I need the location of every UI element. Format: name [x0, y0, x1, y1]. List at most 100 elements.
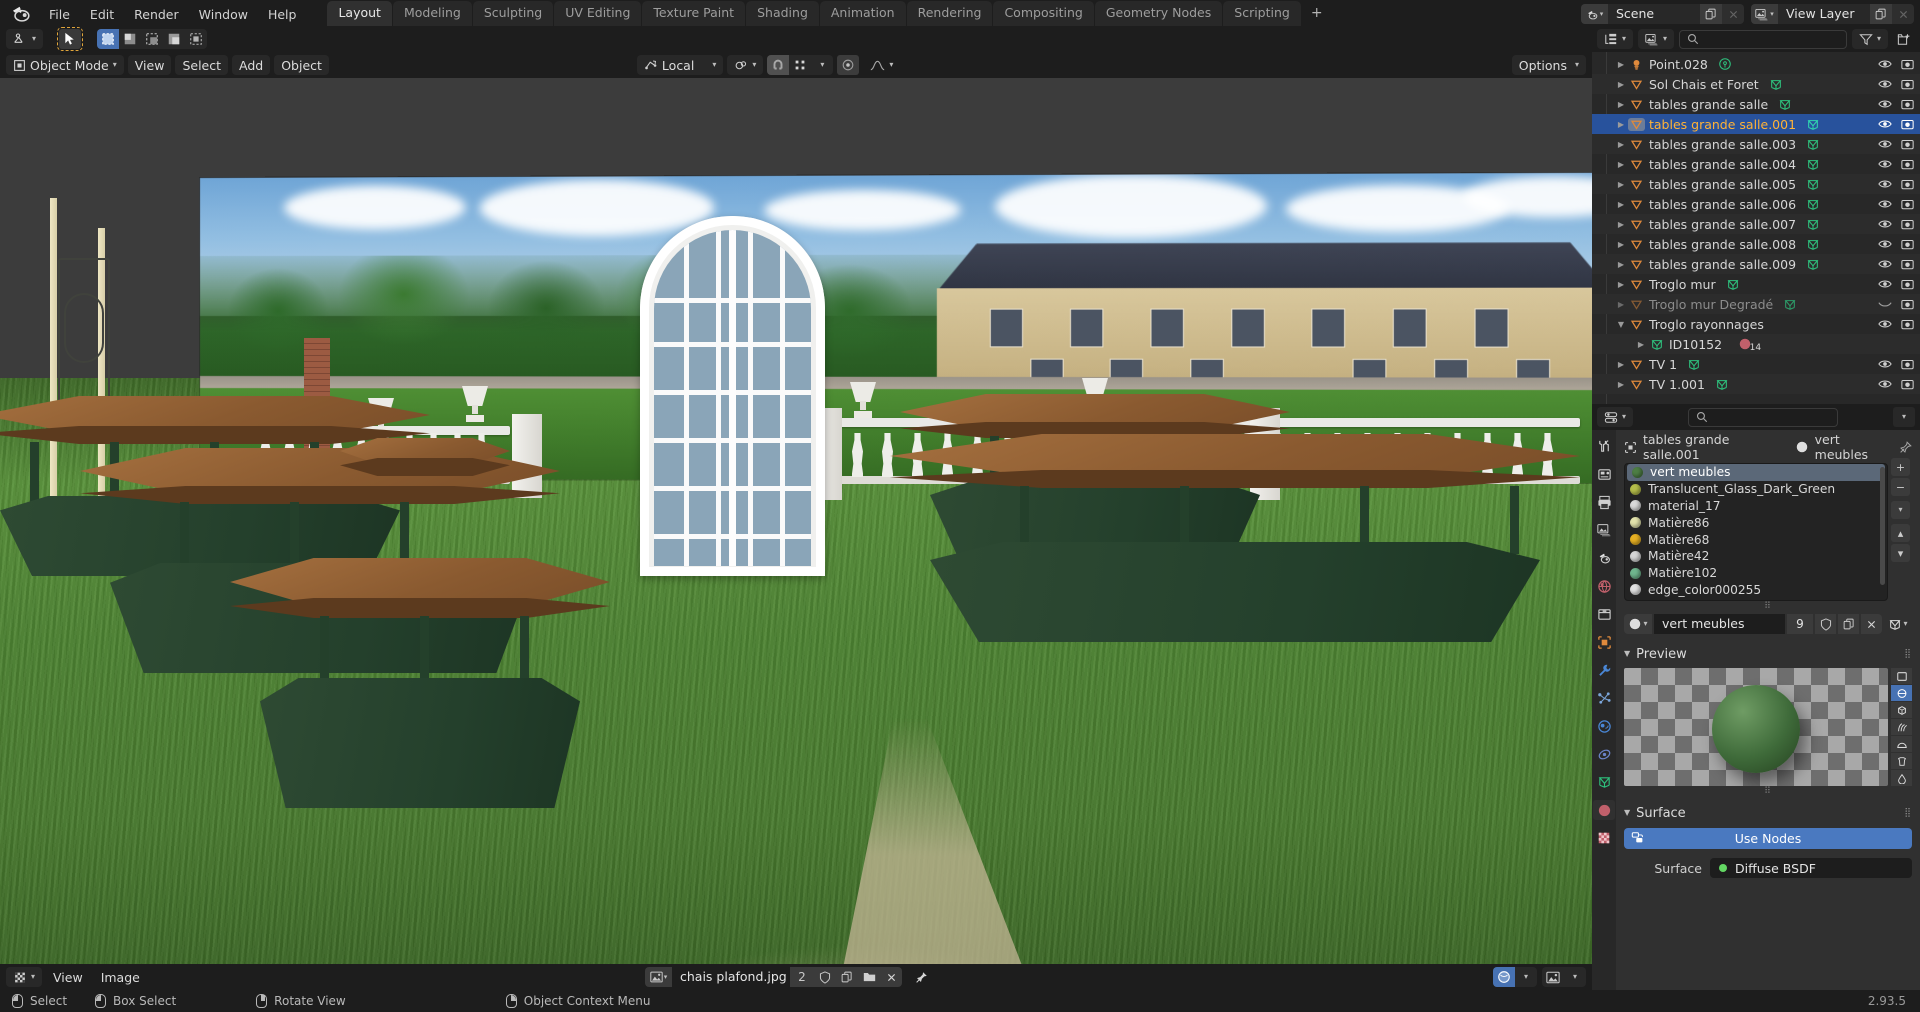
outliner-row-tables-grande-salle[interactable]: ▶ tables grande salle: [1592, 94, 1920, 114]
image-display-chevron-icon[interactable]: ▾: [1564, 967, 1586, 987]
properties-tab-modifier[interactable]: [1593, 660, 1615, 680]
tab-shading[interactable]: Shading: [746, 1, 819, 26]
camera-icon[interactable]: [1901, 318, 1914, 330]
material-slot-row[interactable]: Matière102: [1625, 565, 1887, 582]
add-workspace-button[interactable]: +: [1302, 1, 1332, 26]
tab-modeling[interactable]: Modeling: [392, 1, 472, 26]
expand-triangle-icon[interactable]: ▶: [1614, 300, 1628, 309]
outliner-row-troglo-mur[interactable]: ▶ Troglo mur: [1592, 274, 1920, 294]
magnet-icon[interactable]: [767, 55, 790, 75]
surface-collapse-triangle-icon[interactable]: ▼: [1624, 809, 1630, 817]
image-fake-user-shield-icon[interactable]: [814, 967, 836, 987]
properties-tab-scene[interactable]: [1593, 548, 1615, 568]
camera-icon[interactable]: [1901, 98, 1914, 110]
outliner-row-tables-grande-salle-007[interactable]: ▶ tables grande salle.007: [1592, 214, 1920, 234]
properties-tab-data[interactable]: [1593, 772, 1615, 792]
camera-icon[interactable]: [1901, 78, 1914, 90]
material-slot-row[interactable]: Matière68: [1625, 531, 1887, 548]
blender-logo-icon[interactable]: [10, 2, 32, 24]
image-display-icon[interactable]: [1542, 967, 1564, 987]
expand-triangle-icon[interactable]: ▶: [1614, 380, 1628, 389]
expand-triangle-icon[interactable]: ▶: [1614, 280, 1628, 289]
transform-orientation-selector[interactable]: Local ▾: [636, 55, 724, 75]
image-name-field[interactable]: chais plafond.jpg: [672, 967, 790, 987]
properties-tab-tool[interactable]: [1593, 436, 1615, 456]
select-box-icon[interactable]: [97, 29, 120, 49]
outliner-row-troglo-mur-degrade[interactable]: ▶ Troglo mur Degradé: [1592, 294, 1920, 314]
expand-triangle-icon[interactable]: ▶: [1614, 120, 1628, 129]
outliner-row-sol-chais-et-foret[interactable]: ▶ Sol Chais et Foret: [1592, 74, 1920, 94]
preview-panel-header[interactable]: ▼ Preview ⣿: [1624, 643, 1912, 665]
eye-icon[interactable]: [1878, 259, 1892, 269]
eye-icon[interactable]: [1878, 159, 1892, 169]
image-editor-menu-view[interactable]: View: [46, 967, 90, 987]
tab-scripting[interactable]: Scripting: [1223, 1, 1301, 26]
properties-tab-render[interactable]: [1593, 464, 1615, 484]
scene-name[interactable]: Scene: [1608, 4, 1700, 24]
expand-triangle-icon[interactable]: ▶: [1614, 60, 1628, 69]
tab-compositing[interactable]: Compositing: [993, 1, 1094, 26]
outliner-new-collection-icon[interactable]: [1893, 29, 1915, 49]
scene-close-icon[interactable]: [1722, 4, 1744, 24]
properties-tab-object[interactable]: [1593, 632, 1615, 652]
viewport-menu-select[interactable]: Select: [175, 55, 228, 75]
outliner-tree[interactable]: ▶ Point.028 ▶ Sol Chais et Foret ▶ table…: [1592, 52, 1920, 404]
properties-tab-view-layer[interactable]: [1593, 520, 1615, 540]
eye-icon[interactable]: [1878, 319, 1892, 329]
remove-slot-button[interactable]: −: [1891, 478, 1910, 496]
camera-icon[interactable]: [1901, 138, 1914, 150]
outliner-row-tables-grande-salle-003[interactable]: ▶ tables grande salle.003: [1592, 134, 1920, 154]
menu-file[interactable]: File: [40, 4, 79, 25]
select-intersect-icon[interactable]: [185, 29, 207, 49]
camera-icon[interactable]: [1901, 378, 1914, 390]
expand-triangle-icon[interactable]: ▶: [1614, 80, 1628, 89]
material-data-mesh-icon[interactable]: ▾: [1884, 618, 1912, 631]
tweak-cursor-tool-icon[interactable]: [57, 27, 84, 51]
proportional-edit-icon[interactable]: [837, 55, 860, 75]
hair-preview-icon[interactable]: [1891, 719, 1912, 735]
expand-triangle-icon[interactable]: ▶: [1614, 360, 1628, 369]
pin-icon[interactable]: [1899, 440, 1912, 454]
object-mode-selector[interactable]: Object Mode ▾: [6, 55, 124, 75]
slot-specials-button[interactable]: ▾: [1891, 501, 1910, 519]
tab-layout[interactable]: Layout: [327, 1, 392, 26]
expand-triangle-icon[interactable]: ▶: [1634, 340, 1648, 349]
properties-tab-particles[interactable]: [1593, 688, 1615, 708]
material-fake-user-shield-icon[interactable]: [1815, 614, 1836, 634]
list-resize-grip[interactable]: ⣿: [1624, 600, 1912, 609]
select-extend-icon[interactable]: [119, 29, 141, 49]
properties-tab-material[interactable]: [1593, 800, 1615, 820]
material-slot-row[interactable]: Translucent_Glass_Dark_Green: [1625, 481, 1887, 498]
view-layer-copy-icon[interactable]: [1870, 4, 1892, 24]
surface-panel-header[interactable]: ▼ Surface ⣿: [1624, 802, 1912, 824]
material-slot-row[interactable]: material_17: [1625, 498, 1887, 515]
fluid-preview-icon[interactable]: [1891, 770, 1912, 786]
add-slot-button[interactable]: +: [1891, 458, 1910, 476]
eye-icon[interactable]: [1878, 219, 1892, 229]
expand-triangle-icon[interactable]: ▶: [1614, 100, 1628, 109]
tab-sculpting[interactable]: Sculpting: [472, 1, 554, 26]
select-difference-icon[interactable]: [163, 29, 185, 49]
material-unlink-close-icon[interactable]: [1861, 614, 1882, 634]
scene-icon[interactable]: ▾: [1581, 4, 1608, 24]
camera-icon[interactable]: [1901, 218, 1914, 230]
image-open-folder-icon[interactable]: [858, 967, 880, 987]
select-subtract-icon[interactable]: [141, 29, 163, 49]
camera-icon[interactable]: [1901, 198, 1914, 210]
editor-type-3dview-icon[interactable]: ▾: [6, 29, 44, 49]
material-list-scrollbar[interactable]: [1880, 467, 1885, 585]
render-preview-icon[interactable]: [1493, 967, 1515, 987]
view-layer-close-icon[interactable]: [1892, 4, 1914, 24]
outliner-row-tables-grande-salle-006[interactable]: ▶ tables grande salle.006: [1592, 194, 1920, 214]
editor-type-properties-icon[interactable]: ▾: [1597, 407, 1634, 427]
viewport-menu-view[interactable]: View: [127, 55, 172, 75]
outliner-row-tables-grande-salle-001[interactable]: ▶ tables grande salle.001: [1592, 114, 1920, 134]
expand-triangle-icon[interactable]: ▶: [1614, 260, 1628, 269]
image-browse-icon[interactable]: ▾: [645, 967, 672, 987]
eye-closed-icon[interactable]: [1878, 299, 1892, 309]
outliner-row-tables-grande-salle-004[interactable]: ▶ tables grande salle.004: [1592, 154, 1920, 174]
plane-preview-icon[interactable]: [1891, 668, 1912, 684]
eye-icon[interactable]: [1878, 359, 1892, 369]
outliner-row-troglo-rayonnages[interactable]: ▼ Troglo rayonnages: [1592, 314, 1920, 334]
outliner-filter-icon[interactable]: ▾: [1851, 29, 1888, 49]
